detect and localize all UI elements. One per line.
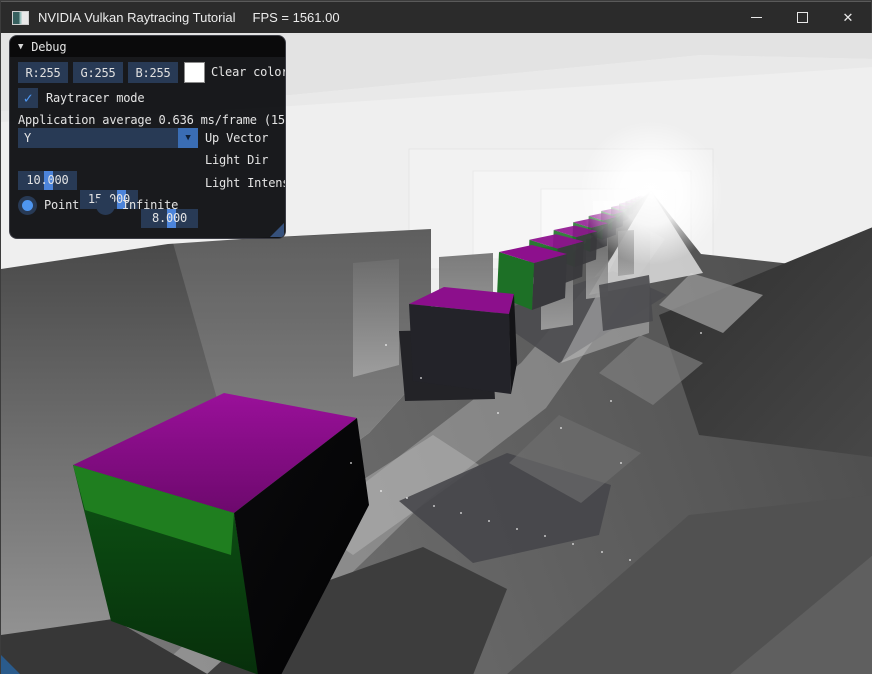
cube-middle xyxy=(409,287,517,394)
chevron-down-icon: ▼ xyxy=(185,133,190,143)
maximize-button[interactable] xyxy=(779,2,825,33)
collapse-arrow-icon[interactable]: ▼ xyxy=(18,42,23,52)
viewport-3d-scene[interactable]: ▼ Debug R:255 G:255 B:255 Clear color ✓ … xyxy=(1,33,872,674)
radio-selected-dot xyxy=(22,200,33,211)
light-dir-x-drag[interactable]: 10.000 xyxy=(18,171,77,190)
r-value-button[interactable]: R:255 xyxy=(18,62,68,83)
combo-arrow-button[interactable]: ▼ xyxy=(178,128,198,148)
radio-infinite-label: Infinite xyxy=(122,196,178,215)
minimize-icon xyxy=(751,17,762,18)
perf-stats-text: Application average 0.636 ms/frame (15 xyxy=(18,112,286,128)
check-icon: ✓ xyxy=(24,91,33,106)
window-controls: ✕ xyxy=(733,2,871,33)
b-value-button[interactable]: B:255 xyxy=(128,62,178,83)
close-button[interactable]: ✕ xyxy=(825,2,871,33)
minimize-button[interactable] xyxy=(733,2,779,33)
light-intensity-label: Light Intens xyxy=(205,174,286,193)
g-value-button[interactable]: G:255 xyxy=(73,62,123,83)
app-icon xyxy=(12,11,29,25)
raytracer-mode-checkbox[interactable]: ✓ xyxy=(18,88,38,108)
up-vector-value: Y xyxy=(24,128,31,148)
window-titlebar[interactable]: NVIDIA Vulkan Raytracing Tutorial FPS = … xyxy=(1,1,871,33)
up-vector-combo[interactable]: Y ▼ xyxy=(18,128,198,148)
debug-panel[interactable]: ▼ Debug R:255 G:255 B:255 Clear color ✓ … xyxy=(9,35,286,239)
light-dir-x-value: 10.000 xyxy=(18,171,77,190)
up-vector-label: Up Vector xyxy=(205,128,268,148)
debug-panel-title: Debug xyxy=(31,40,66,54)
raytracer-mode-label: Raytracer mode xyxy=(46,88,144,108)
app-window: NVIDIA Vulkan Raytracing Tutorial FPS = … xyxy=(0,0,872,674)
light-dir-label: Light Dir xyxy=(205,151,268,170)
radio-infinite[interactable] xyxy=(96,196,115,215)
window-title: NVIDIA Vulkan Raytracing Tutorial xyxy=(38,10,236,25)
radio-point-label: Point xyxy=(44,196,79,215)
radio-point[interactable] xyxy=(18,196,37,215)
close-icon: ✕ xyxy=(843,11,854,24)
panel-resize-grip[interactable] xyxy=(270,223,284,237)
clear-color-label: Clear color xyxy=(211,62,286,83)
clear-color-swatch[interactable] xyxy=(184,62,205,83)
fps-counter: FPS = 1561.00 xyxy=(253,10,340,25)
debug-panel-titlebar[interactable]: ▼ Debug xyxy=(10,36,285,57)
maximize-icon xyxy=(797,12,808,23)
